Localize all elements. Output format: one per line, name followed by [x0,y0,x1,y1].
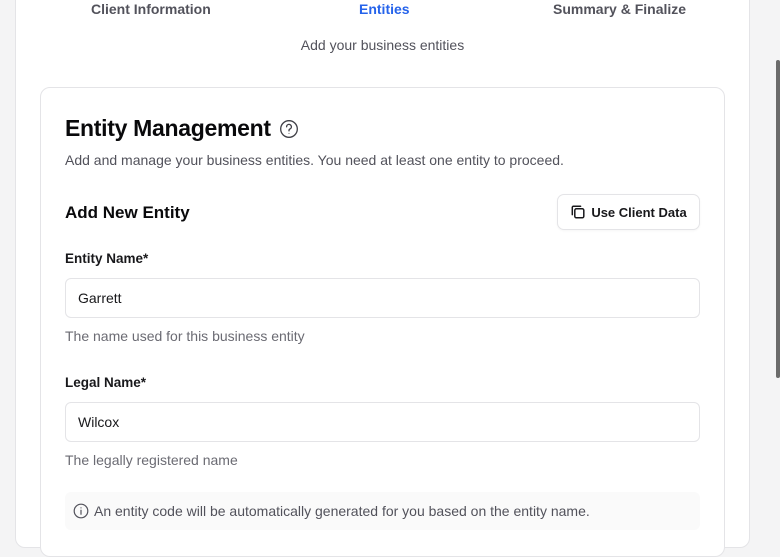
entity-name-hint: The name used for this business entity [65,328,305,344]
legal-name-input[interactable] [65,402,700,442]
section-header: Entity Management [65,115,299,142]
info-icon [73,503,89,519]
step-entities[interactable]: Entities [359,1,410,17]
use-client-data-button[interactable]: Use Client Data [557,194,700,230]
info-text: An entity code will be automatically gen… [94,503,590,519]
wizard-steps: Client Information Entities Summary & Fi… [0,0,780,24]
entity-name-label: Entity Name* [65,251,149,266]
scrollbar-thumb[interactable] [776,60,780,378]
section-description: Add and manage your business entities. Y… [65,152,564,168]
use-client-data-label: Use Client Data [591,204,687,220]
help-circle-icon[interactable] [279,119,299,139]
legal-name-hint: The legally registered name [65,452,238,468]
legal-name-label: Legal Name* [65,375,147,390]
section-title: Entity Management [65,115,271,141]
copy-icon [571,205,585,219]
entity-code-info: An entity code will be automatically gen… [65,492,700,530]
step-client-information[interactable]: Client Information [91,1,211,17]
add-entity-title: Add New Entity [65,203,190,222]
step-subtitle: Add your business entities [300,37,465,53]
step-summary-finalize[interactable]: Summary & Finalize [553,1,686,17]
entity-name-input[interactable] [65,278,700,318]
